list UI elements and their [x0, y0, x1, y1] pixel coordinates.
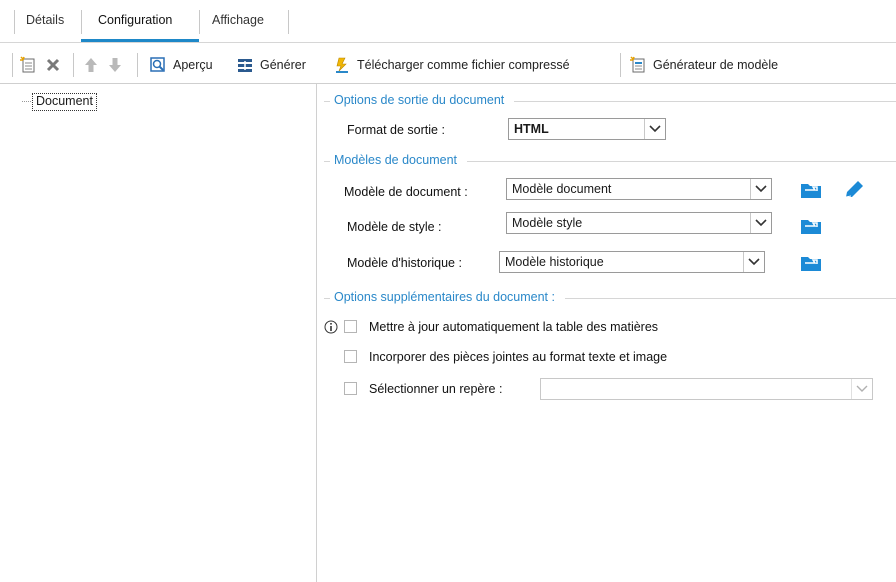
move-up-button[interactable]: [82, 54, 100, 76]
folder-open-icon[interactable]: [800, 181, 822, 199]
document-template-select[interactable]: Modèle document: [506, 178, 772, 200]
edit-pencil-icon[interactable]: [843, 180, 865, 200]
format-value: HTML: [514, 122, 549, 136]
delete-button[interactable]: [44, 54, 62, 76]
tab-separator: [14, 10, 15, 34]
tree-node-document[interactable]: Document: [32, 93, 97, 111]
toolbar-separator: [137, 53, 138, 77]
toolbar-separator: [12, 53, 13, 77]
extra-options-title: Options supplémentaires du document :: [330, 290, 565, 304]
chevron-down-icon[interactable]: [750, 213, 771, 233]
history-template-label: Modèle d'historique :: [347, 256, 462, 270]
output-options-title: Options de sortie du document: [330, 93, 515, 107]
style-template-select[interactable]: Modèle style: [506, 212, 772, 234]
tab-affichage[interactable]: Affichage: [212, 13, 264, 27]
new-document-icon: [20, 56, 35, 73]
template-generator-button[interactable]: Générateur de modèle: [629, 54, 778, 76]
bookmark-label: Sélectionner un repère :: [369, 382, 503, 396]
preview-label: Aperçu: [173, 58, 213, 72]
template-generator-label: Générateur de modèle: [653, 58, 779, 72]
document-template-value: Modèle document: [512, 182, 612, 196]
toolbar-divider: [0, 83, 896, 84]
generate-label: Générer: [260, 58, 306, 72]
chevron-down-icon[interactable]: [750, 179, 771, 199]
chevron-down-icon[interactable]: [851, 379, 872, 399]
toolbar-separator: [73, 53, 74, 77]
bookmark-checkbox[interactable]: [344, 382, 357, 395]
generate-button[interactable]: Générer: [236, 54, 306, 76]
download-label: Télécharger comme fichier compressé: [357, 58, 570, 72]
tab-separator: [288, 10, 289, 34]
new-document-button[interactable]: [19, 54, 37, 76]
style-template-label: Modèle de style :: [347, 220, 442, 234]
toolbar-separator: [620, 53, 621, 77]
generate-icon: [238, 59, 252, 72]
tab-separator: [81, 10, 82, 34]
document-template-label: Modèle de document :: [344, 185, 468, 199]
attachments-checkbox[interactable]: [344, 350, 357, 363]
folder-open-icon[interactable]: [800, 254, 822, 272]
format-select[interactable]: HTML: [508, 118, 666, 140]
chevron-down-icon[interactable]: [644, 119, 665, 139]
download-icon: [336, 57, 348, 73]
preview-button[interactable]: Aperçu: [149, 54, 213, 76]
download-compressed-button[interactable]: Télécharger comme fichier compressé: [333, 54, 570, 76]
toolbar: Aperçu Générer Télécharger comme fichier…: [0, 47, 896, 83]
tree-connector: [22, 101, 31, 102]
toc-checkbox[interactable]: [344, 320, 357, 333]
tab-configuration[interactable]: Configuration: [98, 13, 172, 27]
tab-details[interactable]: Détails: [26, 13, 64, 27]
info-icon[interactable]: [324, 320, 338, 334]
folder-open-icon[interactable]: [800, 217, 822, 235]
format-label: Format de sortie :: [347, 123, 445, 137]
panel-divider: [316, 84, 317, 582]
template-generator-icon: [630, 56, 645, 73]
move-down-button[interactable]: [106, 54, 124, 76]
chevron-down-icon[interactable]: [743, 252, 764, 272]
history-template-select[interactable]: Modèle historique: [499, 251, 765, 273]
history-template-value: Modèle historique: [505, 255, 604, 269]
tab-bar: Détails Configuration Affichage: [0, 0, 896, 44]
preview-icon: [150, 57, 165, 72]
arrow-down-icon: [109, 58, 121, 72]
arrow-up-icon: [85, 58, 97, 72]
bookmark-select[interactable]: [540, 378, 873, 400]
style-template-value: Modèle style: [512, 216, 583, 230]
tab-divider: [0, 42, 896, 43]
toc-label: Mettre à jour automatiquement la table d…: [369, 320, 659, 334]
delete-icon: [46, 58, 60, 72]
attachments-label: Incorporer des pièces jointes au format …: [369, 350, 668, 364]
templates-title: Modèles de document: [330, 153, 467, 167]
tab-separator: [199, 10, 200, 34]
